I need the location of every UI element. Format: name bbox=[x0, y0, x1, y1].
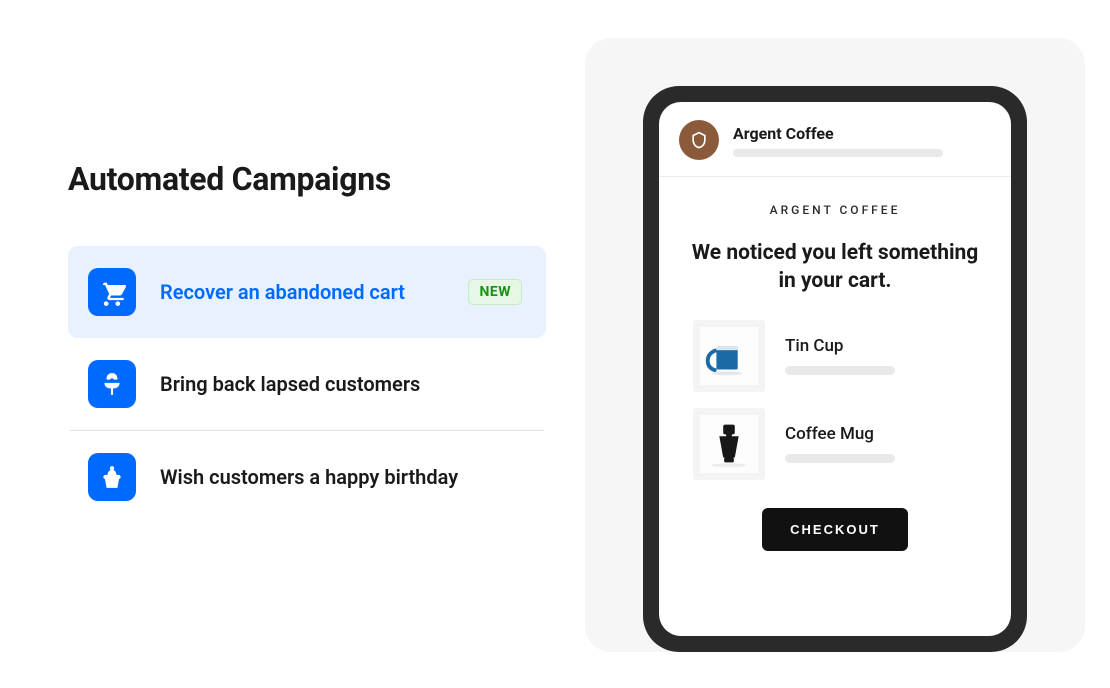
checkout-button[interactable]: CHECKOUT bbox=[762, 508, 908, 551]
product-list: Tin Cup bbox=[687, 320, 983, 480]
campaign-label: Recover an abandoned cart bbox=[160, 280, 405, 304]
email-headline: We noticed you left something in your ca… bbox=[687, 239, 983, 296]
brand-caption: ARGENT COFFEE bbox=[687, 203, 983, 217]
skeleton-line bbox=[785, 454, 895, 463]
cart-icon bbox=[88, 268, 136, 316]
skeleton-line bbox=[785, 366, 895, 375]
campaign-label: Wish customers a happy birthday bbox=[160, 465, 458, 489]
new-badge: NEW bbox=[468, 279, 522, 305]
phone-frame: Argent Coffee ARGENT COFFEE We noticed y… bbox=[643, 86, 1027, 652]
skeleton-line bbox=[733, 149, 943, 157]
campaign-label: Bring back lapsed customers bbox=[160, 372, 420, 396]
preview-panel: Argent Coffee ARGENT COFFEE We noticed y… bbox=[585, 38, 1085, 652]
brand-avatar-icon bbox=[679, 120, 719, 160]
campaign-lapsed-customers[interactable]: Bring back lapsed customers bbox=[68, 338, 546, 430]
plant-icon bbox=[88, 360, 136, 408]
product-thumbnail bbox=[693, 408, 765, 480]
campaign-list: Recover an abandoned cart NEW Bring back… bbox=[68, 246, 546, 523]
email-body: ARGENT COFFEE We noticed you left someth… bbox=[659, 177, 1011, 575]
campaign-recover-cart[interactable]: Recover an abandoned cart NEW bbox=[68, 246, 546, 338]
product-item: Coffee Mug bbox=[687, 408, 983, 480]
section-heading: Automated Campaigns bbox=[68, 160, 548, 198]
brand-name: Argent Coffee bbox=[733, 124, 991, 143]
product-item: Tin Cup bbox=[687, 320, 983, 392]
product-name: Coffee Mug bbox=[785, 424, 977, 444]
campaign-birthday[interactable]: Wish customers a happy birthday bbox=[68, 431, 546, 523]
cupcake-icon bbox=[88, 453, 136, 501]
email-header: Argent Coffee bbox=[659, 102, 1011, 177]
phone-screen: Argent Coffee ARGENT COFFEE We noticed y… bbox=[659, 102, 1011, 636]
product-thumbnail bbox=[693, 320, 765, 392]
product-name: Tin Cup bbox=[785, 336, 977, 356]
